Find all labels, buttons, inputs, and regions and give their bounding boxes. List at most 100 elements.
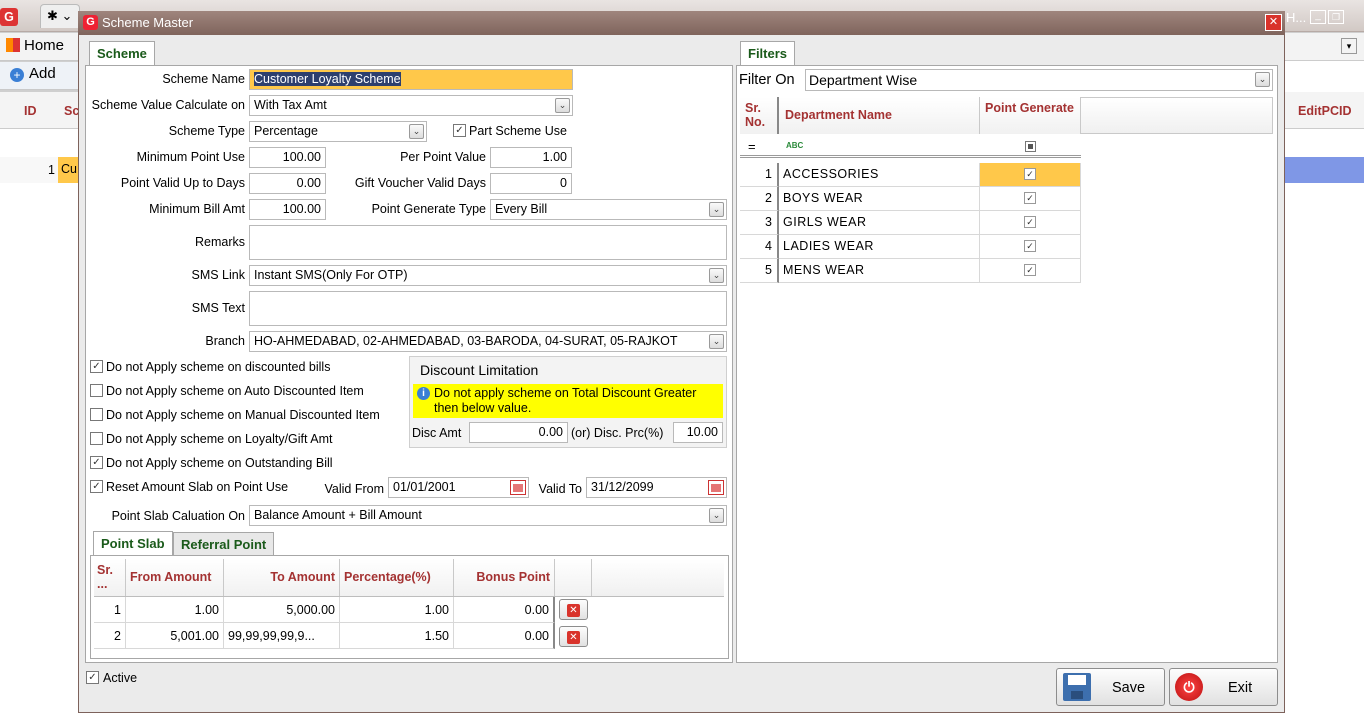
tab-point-slab[interactable]: Point Slab (93, 531, 173, 556)
point-generate-checkbox[interactable]: ✓ (1024, 192, 1036, 204)
calc-on-label: Scheme Value Calculate on (91, 98, 245, 112)
slab-col-to: To Amount (224, 559, 340, 596)
checkbox-filter-icon[interactable] (1025, 141, 1036, 152)
app-tab[interactable]: ✱ ⌄ (40, 4, 80, 28)
filter-row[interactable]: 4 LADIES WEAR ✓ (740, 235, 1081, 259)
option-checkbox-6[interactable]: ✓ (90, 480, 103, 493)
calendar-icon[interactable] (510, 480, 526, 495)
per-point-input[interactable]: 1.00 (490, 147, 572, 168)
filter-row[interactable]: 5 MENS WEAR ✓ (740, 259, 1081, 283)
option-checkbox-5[interactable]: ✓ (90, 456, 103, 469)
disc-prc-input[interactable]: 10.00 (673, 422, 723, 443)
slab-row-2-delete-button[interactable]: ✕ (559, 626, 588, 647)
point-generate-checkbox[interactable]: ✓ (1024, 168, 1036, 180)
slab-row-2-bonus[interactable]: 0.00 (454, 623, 555, 649)
option-checkbox-2[interactable] (90, 384, 103, 397)
filter-row[interactable]: 2 BOYS WEAR ✓ (740, 187, 1081, 211)
discount-title: Discount Limitation (420, 362, 539, 378)
tab-referral-point[interactable]: Referral Point (173, 532, 275, 556)
scheme-type-select[interactable]: Percentage ⌄ (249, 121, 427, 142)
tab-filters[interactable]: Filters (740, 41, 796, 66)
active-checkbox[interactable]: ✓ (86, 671, 99, 684)
slab-calc-value: Balance Amount + Bill Amount (254, 508, 422, 522)
gen-type-label: Point Generate Type (371, 202, 486, 216)
calc-on-select[interactable]: With Tax Amt ⌄ (249, 95, 573, 116)
dialog-title-bar (78, 11, 1285, 35)
filter-row-department: LADIES WEAR (779, 235, 980, 259)
slab-row-1-from[interactable]: 1.00 (126, 597, 224, 623)
discount-note: i Do not apply scheme on Total Discount G… (413, 384, 723, 418)
filter-row-department: ACCESSORIES (779, 163, 980, 187)
part-scheme-label: Part Scheme Use (469, 124, 567, 138)
valid-days-input[interactable]: 0.00 (249, 173, 326, 194)
window-hint: H... (1286, 10, 1307, 25)
sms-text-input[interactable] (249, 291, 727, 326)
text-filter-icon[interactable]: ABC (786, 141, 803, 150)
plus-icon: + (10, 68, 24, 82)
part-scheme-checkbox[interactable]: ✓ (453, 124, 466, 137)
option-checkbox-1[interactable]: ✓ (90, 360, 103, 373)
slab-row-2-from[interactable]: 5,001.00 (126, 623, 224, 649)
filter-on-select[interactable]: Department Wise ⌄ (805, 69, 1273, 91)
equals-filter-icon[interactable]: = (748, 139, 756, 154)
branch-label: Branch (205, 334, 245, 348)
close-icon[interactable]: ✕ (1265, 14, 1282, 31)
branch-select[interactable]: HO-AHMEDABAD, 02-AHMEDABAD, 03-BARODA, 0… (249, 331, 727, 352)
valid-from-input[interactable]: 01/01/2001 (388, 477, 529, 498)
home-tab[interactable]: Home (6, 37, 76, 59)
slab-row-2-pct[interactable]: 1.50 (340, 623, 454, 649)
app-logo-icon: G (0, 8, 18, 26)
gift-days-label: Gift Voucher Valid Days (354, 176, 486, 190)
point-generate-checkbox[interactable]: ✓ (1024, 240, 1036, 252)
home-label: Home (24, 37, 65, 54)
option-checkbox-4[interactable] (90, 432, 103, 445)
point-generate-checkbox[interactable]: ✓ (1024, 264, 1036, 276)
slab-row-2-to[interactable]: 99,99,99,99,9... (224, 623, 340, 649)
remarks-input[interactable] (249, 225, 727, 260)
tab-scheme[interactable]: Scheme (89, 41, 155, 66)
chevron-down-icon: ⌄ (555, 98, 570, 113)
add-button[interactable]: + Add (10, 65, 56, 82)
disc-amt-input[interactable]: 0.00 (469, 422, 568, 443)
chevron-down-icon: ⌄ (709, 334, 724, 349)
chevron-down-icon[interactable]: ▾ (1341, 38, 1357, 54)
gen-type-select[interactable]: Every Bill ⌄ (490, 199, 727, 220)
option-checkbox-3[interactable] (90, 408, 103, 421)
slab-calc-select[interactable]: Balance Amount + Bill Amount ⌄ (249, 505, 727, 526)
filter-row[interactable]: 3 GIRLS WEAR ✓ (740, 211, 1081, 235)
min-point-input[interactable]: 100.00 (249, 147, 326, 168)
filter-row-generate-cell[interactable]: ✓ (980, 235, 1081, 259)
slab-row-1-bonus[interactable]: 0.00 (454, 597, 555, 623)
restore-icon[interactable]: ❐ (1328, 10, 1344, 24)
gift-days-input[interactable]: 0 (490, 173, 572, 194)
valid-to-input[interactable]: 31/12/2099 (586, 477, 727, 498)
point-generate-checkbox[interactable]: ✓ (1024, 216, 1036, 228)
filter-col-dept: Department Name (779, 97, 980, 134)
filter-row-generate-cell[interactable]: ✓ (980, 259, 1081, 283)
sms-link-select[interactable]: Instant SMS(Only For OTP) ⌄ (249, 265, 727, 286)
valid-from-value: 01/01/2001 (393, 480, 456, 494)
scheme-name-input[interactable]: Customer Loyalty Scheme (249, 69, 573, 90)
remarks-label: Remarks (194, 235, 245, 249)
option-label-3: Do not Apply scheme on Manual Discounted… (106, 408, 380, 422)
calendar-icon[interactable] (708, 480, 724, 495)
exit-button[interactable]: ⏻ Exit (1169, 668, 1278, 706)
valid-from-label: Valid From (324, 482, 384, 496)
delete-icon: ✕ (567, 631, 580, 644)
filter-row-generate-cell[interactable]: ✓ (980, 163, 1081, 187)
branch-value: HO-AHMEDABAD, 02-AHMEDABAD, 03-BARODA, 0… (254, 334, 678, 348)
chevron-down-icon: ⌄ (709, 508, 724, 523)
slab-row-1-pct[interactable]: 1.00 (340, 597, 454, 623)
minimize-icon[interactable]: _ (1310, 10, 1326, 24)
valid-to-value: 31/12/2099 (591, 480, 654, 494)
slab-row-1-to[interactable]: 5,000.00 (224, 597, 340, 623)
slab-row-1-delete-button[interactable]: ✕ (559, 599, 588, 620)
min-bill-input[interactable]: 100.00 (249, 199, 326, 220)
filter-row[interactable]: 1 ACCESSORIES ✓ (740, 163, 1081, 187)
filter-row-department: GIRLS WEAR (779, 211, 980, 235)
floppy-disk-icon (1063, 673, 1091, 701)
filter-row-generate-cell[interactable]: ✓ (980, 211, 1081, 235)
save-button[interactable]: Save (1056, 668, 1165, 706)
background-row-selected[interactable] (1284, 157, 1364, 183)
filter-row-generate-cell[interactable]: ✓ (980, 187, 1081, 211)
